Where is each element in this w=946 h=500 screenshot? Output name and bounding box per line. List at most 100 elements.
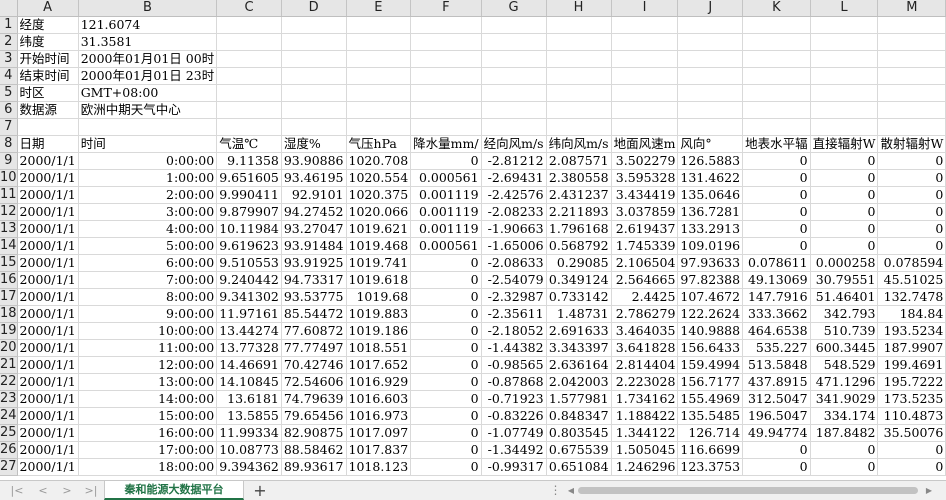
cell[interactable]: 3.595328 <box>611 169 679 187</box>
cell[interactable]: 0 <box>810 237 879 255</box>
cell[interactable]: 93.46195 <box>281 169 347 187</box>
cell[interactable]: -0.98565 <box>481 356 547 374</box>
cell[interactable] <box>877 33 946 51</box>
plus-icon[interactable]: + <box>250 481 270 500</box>
cell[interactable]: 2.619437 <box>611 220 679 238</box>
cell[interactable]: 2000/1/1 <box>17 169 79 187</box>
cell[interactable] <box>281 33 347 51</box>
cell[interactable]: 156.7177 <box>677 373 744 391</box>
cell[interactable]: 0.078611 <box>742 254 811 272</box>
cell[interactable]: 2.564665 <box>611 271 679 289</box>
cell[interactable]: 1016.929 <box>346 373 412 391</box>
cell[interactable] <box>742 67 811 85</box>
cell[interactable]: 16:00:00 <box>78 424 218 442</box>
cell[interactable]: 9.619623 <box>216 237 282 255</box>
cell[interactable] <box>611 50 679 68</box>
cell[interactable]: 气压hPa <box>346 135 412 153</box>
cell[interactable] <box>742 118 811 136</box>
cell[interactable]: 2.691633 <box>546 322 612 340</box>
cell[interactable] <box>742 16 811 34</box>
scroll-left-icon[interactable]: ◀ <box>566 485 576 496</box>
column-header[interactable]: G <box>481 0 547 17</box>
cell[interactable]: 9.990411 <box>216 186 282 204</box>
cell[interactable]: 94.73317 <box>281 271 347 289</box>
cell[interactable]: 0 <box>877 458 946 476</box>
cell[interactable] <box>810 101 879 119</box>
cell[interactable]: -2.08633 <box>481 254 547 272</box>
cell[interactable]: 2000/1/1 <box>17 424 79 442</box>
cell[interactable]: 14.46691 <box>216 356 282 374</box>
cell[interactable]: 131.4622 <box>677 169 744 187</box>
cell[interactable] <box>742 33 811 51</box>
cell[interactable] <box>281 67 347 85</box>
cell[interactable]: 1020.554 <box>346 169 412 187</box>
cell[interactable]: -1.90663 <box>481 220 547 238</box>
cell[interactable] <box>481 16 547 34</box>
column-header[interactable]: D <box>281 0 347 17</box>
cell[interactable]: 1.344122 <box>611 424 679 442</box>
cell[interactable]: 2:00:00 <box>78 186 218 204</box>
cell[interactable] <box>281 84 347 102</box>
cell[interactable]: 1019.468 <box>346 237 412 255</box>
cell[interactable] <box>481 84 547 102</box>
cell[interactable]: 1.577981 <box>546 390 612 408</box>
cell[interactable]: 地面风速m <box>611 135 679 153</box>
cell[interactable]: 2.087571 <box>546 152 612 170</box>
row-header[interactable]: 1 <box>0 16 18 34</box>
cell[interactable]: 风向° <box>677 135 744 153</box>
cell[interactable]: 11.97161 <box>216 305 282 323</box>
cell[interactable]: 2000/1/1 <box>17 305 79 323</box>
cell[interactable]: 1.745339 <box>611 237 679 255</box>
cell[interactable]: 1018.551 <box>346 339 412 357</box>
cell[interactable] <box>877 67 946 85</box>
cell[interactable]: 0 <box>742 203 811 221</box>
row-header[interactable]: 9 <box>0 152 18 170</box>
cell[interactable]: 地表水平辐 <box>742 135 811 153</box>
cell[interactable]: 147.7916 <box>742 288 811 306</box>
cell[interactable]: 2000/1/1 <box>17 220 79 238</box>
cell[interactable]: 82.90875 <box>281 424 347 442</box>
spreadsheet-grid[interactable]: ABCDEFGHIJKLM 1 经度 121.6074 2 纬度 31.3581 3 开始时间… <box>0 0 946 480</box>
cell[interactable]: 133.2913 <box>677 220 744 238</box>
cell[interactable] <box>546 33 612 51</box>
column-header[interactable]: K <box>742 0 811 17</box>
cell[interactable]: 1020.066 <box>346 203 412 221</box>
cell[interactable]: 0.000561 <box>410 237 482 255</box>
cell[interactable] <box>677 50 744 68</box>
cell[interactable]: 437.8915 <box>742 373 811 391</box>
cell[interactable]: 0 <box>410 424 482 442</box>
cell[interactable]: 10:00:00 <box>78 322 218 340</box>
row-header[interactable]: 2 <box>0 33 18 51</box>
cell[interactable]: 0.568792 <box>546 237 612 255</box>
cell[interactable]: 直接辐射W <box>810 135 879 153</box>
cell[interactable]: 136.7281 <box>677 203 744 221</box>
cell[interactable] <box>546 101 612 119</box>
cell[interactable]: 135.0646 <box>677 186 744 204</box>
cell[interactable]: 6:00:00 <box>78 254 218 272</box>
cell[interactable]: 12:00:00 <box>78 356 218 374</box>
cell[interactable]: 126.5883 <box>677 152 744 170</box>
cell[interactable] <box>410 118 482 136</box>
cell[interactable] <box>216 118 282 136</box>
cell[interactable]: 1016.973 <box>346 407 412 425</box>
cell[interactable] <box>410 67 482 85</box>
cell[interactable]: -2.42576 <box>481 186 547 204</box>
row-header[interactable]: 7 <box>0 118 18 136</box>
cell[interactable]: 2000/1/1 <box>17 390 79 408</box>
row-header[interactable]: 27 <box>0 458 18 476</box>
cell[interactable]: 0 <box>410 152 482 170</box>
cell[interactable]: 2.431237 <box>546 186 612 204</box>
cell[interactable]: 9.394362 <box>216 458 282 476</box>
cell[interactable]: 2.636164 <box>546 356 612 374</box>
column-header[interactable]: M <box>877 0 946 17</box>
cell[interactable]: 49.94774 <box>742 424 811 442</box>
cell[interactable] <box>216 67 282 85</box>
cell[interactable]: 日期 <box>17 135 79 153</box>
cell[interactable]: 1:00:00 <box>78 169 218 187</box>
cell[interactable]: 49.13069 <box>742 271 811 289</box>
cell[interactable]: 2.786279 <box>611 305 679 323</box>
cell[interactable]: 126.714 <box>677 424 744 442</box>
cell[interactable]: 0.733142 <box>546 288 612 306</box>
cell[interactable]: 10.11984 <box>216 220 282 238</box>
cell[interactable] <box>546 16 612 34</box>
